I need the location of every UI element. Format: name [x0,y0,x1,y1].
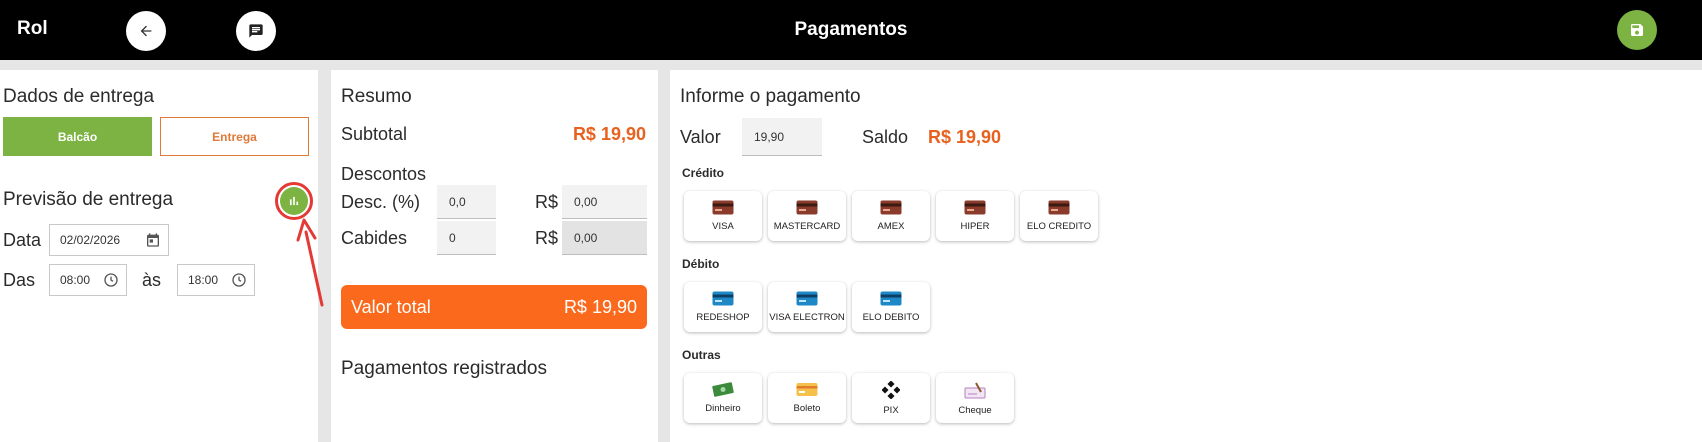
pay-card-label: MASTERCARD [773,221,841,232]
debit-card-icon [712,291,734,306]
amount-label: Valor [680,127,721,147]
to-time-value: 18:00 [188,273,219,287]
delivery-title: Dados de entrega [3,86,155,107]
pay-card-label: Boleto [793,403,821,414]
from-time-value: 08:00 [60,273,91,287]
debit-card-icon [796,291,818,306]
date-input[interactable]: 02/02/2026 [49,224,169,256]
delivery-forecast-title: Previsão de entrega [3,189,174,210]
clock-icon[interactable] [103,272,119,288]
save-icon [1631,24,1643,36]
hangers-value-input: 0,00 [562,221,647,255]
pay-card-label: VISA [712,221,734,232]
amount-input[interactable]: 19,90 [742,118,822,156]
date-value: 02/02/2026 [60,233,121,247]
to-time-input[interactable]: 18:00 [177,264,255,296]
pay-card-cheque[interactable]: Cheque [936,373,1014,423]
pay-card-label: AMEX [877,221,905,232]
hangers-currency-label: R$ [535,228,559,248]
other-label: Outras [682,348,721,362]
pay-card-amex[interactable]: AMEX [852,191,930,241]
pay-card-label: VISA ELECTRON [769,312,845,323]
pay-card-label: ELO DEBITO [862,312,920,323]
discount-currency-label: R$ [535,192,559,212]
hangers-label: Cabides [341,228,408,248]
annotation-arrow-icon [296,218,324,307]
credit-label: Crédito [682,166,724,180]
pay-card-label: Cheque [958,404,992,416]
total-value: R$ 19,90 [563,296,637,317]
credit-card-icon [1048,200,1070,215]
balance-value: R$ 19,90 [928,127,1002,147]
pay-card-label: PIX [883,404,899,416]
discount-percent-label: Desc. (%) [341,192,421,212]
page-title: Pagamentos [794,19,908,40]
pay-card-elo-debito[interactable]: ELO DEBITO [852,282,930,332]
payment-panel: Informe o pagamento Valor 19,90 Saldo R$… [670,70,1702,442]
registered-payments-title: Pagamentos registrados [341,358,547,379]
pay-card-label: REDESHOP [696,312,750,323]
delivery-panel: Dados de entrega Balcão Entrega Previsão… [0,70,318,442]
date-label: Data [3,230,42,250]
pay-card-boleto[interactable]: Boleto [768,373,846,423]
pay-card-label: Dinheiro [705,403,741,414]
pay-card-pix[interactable]: PIX [852,373,930,423]
summary-title: Resumo [341,86,412,107]
calendar-icon[interactable] [145,232,161,248]
subtotal-value: R$ 19,90 [572,124,646,144]
debit-label: Débito [682,257,720,271]
credit-card-icon [964,200,986,215]
clock-icon[interactable] [231,272,247,288]
from-time-input[interactable]: 08:00 [49,264,127,296]
summary-panel: Resumo Subtotal R$ 19,90 Descontos Desc.… [331,70,658,442]
total-label: Valor total [351,296,431,317]
hangers-count-input[interactable]: 0 [437,221,496,255]
to-label: às [142,270,162,290]
pay-card-label: ELO CREDITO [1026,221,1092,232]
pay-card-visa[interactable]: VISA [684,191,762,241]
pay-card-dinheiro[interactable]: Dinheiro [684,373,762,423]
pay-card-mastercard[interactable]: MASTERCARD [768,191,846,241]
pay-card-hiper[interactable]: HIPER [936,191,1014,241]
balance-label: Saldo [862,127,909,147]
subtotal-label: Subtotal [341,124,408,144]
total-bar: Valor total R$ 19,90 [341,285,647,329]
credit-card-icon [880,200,902,215]
pay-card-visa-electron[interactable]: VISA ELECTRON [768,282,846,332]
balcao-button[interactable]: Balcão [3,117,152,156]
credit-card-icon [712,200,734,215]
pay-card-redeshop[interactable]: REDESHOP [684,282,762,332]
debit-card-icon [880,291,902,306]
pay-card-elo-credito[interactable]: ELO CREDITO [1020,191,1098,241]
discount-value-input[interactable]: 0,00 [562,185,647,219]
discount-percent-input[interactable]: 0,0 [437,185,496,219]
discounts-label: Descontos [341,164,427,184]
entrega-button[interactable]: Entrega [160,117,309,156]
top-bar: Rol Pagamentos [0,0,1702,60]
credit-card-icon [796,200,818,215]
cheque-icon [964,382,986,398]
from-label: Das [3,270,36,290]
cash-icon [712,382,734,397]
boleto-icon [796,383,818,396]
payment-title: Informe o pagamento [680,86,861,107]
save-button[interactable] [1617,10,1657,50]
pix-icon [882,380,900,399]
pay-card-label: HIPER [960,221,990,232]
